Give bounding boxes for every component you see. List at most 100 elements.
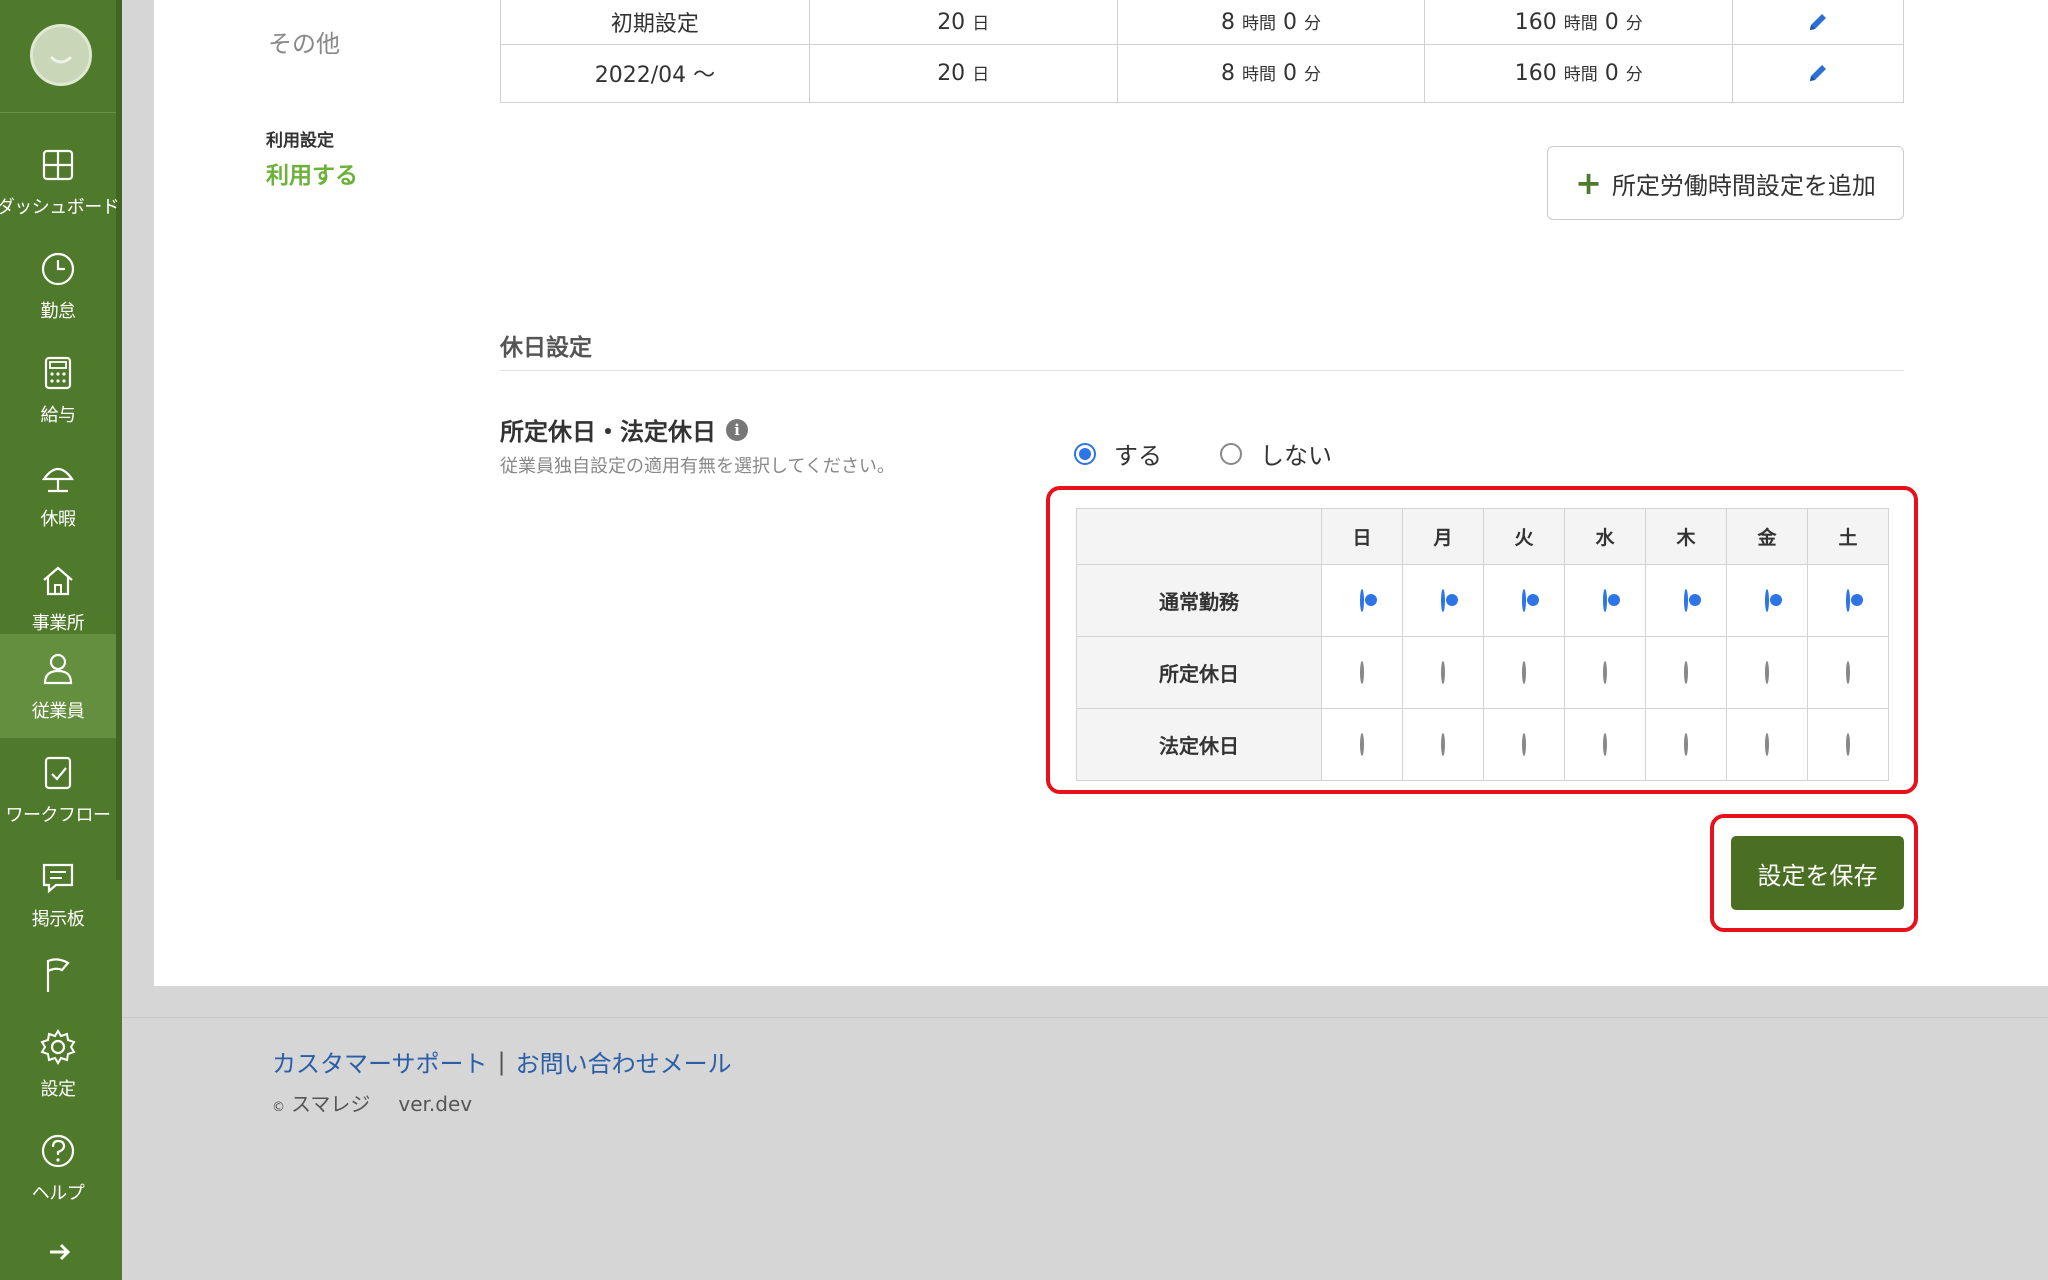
radio-yes[interactable] (1074, 442, 1096, 465)
sidebar-scrollbar[interactable] (116, 0, 122, 880)
radio-cell (1645, 636, 1727, 709)
sidebar-divider (0, 112, 116, 113)
sidebar-item-payroll[interactable]: 給与 (0, 338, 116, 442)
daily-hours-cell: 8 時間 0 分 (1116, 43, 1426, 103)
days-cell: 20 日 (808, 43, 1118, 103)
radio-legal-fri[interactable] (1765, 733, 1769, 756)
radio-legal-mon[interactable] (1441, 733, 1445, 756)
gear-icon (40, 1029, 76, 1065)
edit-cell (1732, 43, 1904, 103)
customer-support-link[interactable]: カスタマーサポート (272, 1044, 488, 1079)
radio-option-yes[interactable]: する (1074, 436, 1162, 471)
row-label-legal-holiday: 法定休日 (1076, 708, 1322, 781)
footer-separator: | (497, 1047, 506, 1076)
minutes-value: 0 (1282, 9, 1297, 35)
sidebar-item-workflow[interactable]: ワークフロー (0, 738, 116, 842)
radio-scheduled-wed[interactable] (1603, 661, 1607, 684)
monthly-hours-cell: 160 時間 0 分 (1424, 0, 1734, 45)
radio-legal-wed[interactable] (1603, 733, 1607, 756)
days-value: 20 (937, 61, 966, 86)
sidebar-item-label: ワークフロー (5, 805, 112, 826)
plus-icon: + (1575, 164, 1602, 202)
radio-cell (1807, 708, 1889, 781)
radio-cell (1564, 564, 1646, 637)
sidebar-item-flag[interactable] (0, 952, 116, 1004)
minutes-value: 0 (1282, 61, 1297, 86)
usage-setting-value: 利用する (266, 163, 358, 189)
radio-cell (1321, 636, 1403, 709)
radio-cell (1321, 708, 1403, 781)
radio-cell (1807, 636, 1889, 709)
radio-legal-thu[interactable] (1684, 733, 1688, 756)
radio-scheduled-fri[interactable] (1765, 661, 1769, 684)
umbrella-icon (41, 467, 75, 493)
radio-cell (1402, 636, 1484, 709)
day-header-sun: 日 (1321, 508, 1403, 565)
hours-value: 8 (1220, 9, 1235, 35)
work-hours-table: 初期設定 20 日 8 時間 0 分 160 時間 0 分 2022/04 〜 … (500, 0, 1904, 103)
arrow-right-icon[interactable] (44, 1236, 76, 1268)
radio-normal-thu[interactable] (1684, 589, 1688, 612)
radio-legal-sat[interactable] (1846, 733, 1850, 756)
radio-cell (1645, 708, 1727, 781)
sidebar-item-settings[interactable]: 設定 (0, 1012, 116, 1116)
minutes-unit: 分 (1303, 13, 1321, 34)
brand-name: スマレジ (291, 1092, 371, 1116)
table-row-normal-work: 通常勤務 (1076, 564, 1889, 637)
sidebar-item-label: 休暇 (40, 509, 77, 530)
sidebar-item-board[interactable]: 掲示板 (0, 842, 116, 946)
table-row-scheduled-holiday: 所定休日 (1076, 636, 1889, 709)
radio-scheduled-sun[interactable] (1360, 661, 1364, 684)
chat-icon (42, 863, 74, 894)
sidebar-item-attendance[interactable]: 勤怠 (0, 234, 116, 338)
home-icon (43, 566, 73, 596)
sidebar-item-help[interactable]: ヘルプ (0, 1116, 116, 1220)
radio-scheduled-mon[interactable] (1441, 661, 1445, 684)
radio-scheduled-tue[interactable] (1522, 661, 1526, 684)
radio-cell (1483, 564, 1565, 637)
add-work-hours-button[interactable]: + 所定労働時間設定を追加 (1547, 146, 1904, 220)
pencil-icon[interactable] (1805, 9, 1831, 35)
contact-mail-link[interactable]: お問い合わせメール (516, 1044, 732, 1079)
table-row: 初期設定 20 日 8 時間 0 分 160 時間 0 分 (500, 0, 1904, 45)
radio-scheduled-thu[interactable] (1684, 661, 1688, 684)
radio-cell (1402, 564, 1484, 637)
radio-option-no[interactable]: しない (1220, 436, 1332, 471)
radio-normal-sat[interactable] (1846, 589, 1850, 612)
daily-hours-cell: 8 時間 0 分 (1116, 0, 1426, 45)
radio-legal-tue[interactable] (1522, 733, 1526, 756)
radio-normal-tue[interactable] (1522, 589, 1526, 612)
sidebar-item-dashboard[interactable]: ダッシュボード (0, 130, 120, 234)
section-divider (500, 370, 1904, 371)
footer-divider (122, 1017, 2048, 1018)
dashboard-icon (42, 149, 74, 181)
minutes-unit: 分 (1625, 13, 1643, 34)
info-icon[interactable]: i (726, 418, 748, 441)
radio-cell (1726, 564, 1808, 637)
radio-no[interactable] (1220, 442, 1242, 465)
radio-normal-fri[interactable] (1765, 589, 1769, 612)
hours-unit: 時間 (1563, 13, 1598, 34)
radio-normal-sun[interactable] (1360, 589, 1364, 612)
pencil-icon[interactable] (1805, 60, 1831, 86)
radio-cell (1483, 708, 1565, 781)
radio-cell (1726, 708, 1808, 781)
table-header-row: 日 月 火 水 木 金 土 (1076, 508, 1889, 565)
radio-cell (1564, 636, 1646, 709)
sidebar-item-label: 掲示板 (31, 909, 85, 930)
radio-normal-mon[interactable] (1441, 589, 1445, 612)
sidebar-item-label: 事業所 (31, 613, 85, 634)
radio-legal-sun[interactable] (1360, 733, 1364, 756)
radio-scheduled-sat[interactable] (1846, 661, 1850, 684)
avatar-face-icon (49, 55, 73, 64)
sidebar-item-employees[interactable]: 従業員 (0, 634, 116, 738)
flag-icon (46, 958, 70, 992)
radio-cell (1726, 636, 1808, 709)
help-icon (41, 1134, 75, 1168)
sidebar-item-leave[interactable]: 休暇 (0, 442, 116, 546)
radio-cell (1645, 564, 1727, 637)
usage-setting-title: 利用設定 (266, 131, 334, 151)
save-settings-button[interactable]: 設定を保存 (1731, 836, 1904, 910)
avatar[interactable] (30, 24, 92, 86)
radio-normal-wed[interactable] (1603, 589, 1607, 612)
